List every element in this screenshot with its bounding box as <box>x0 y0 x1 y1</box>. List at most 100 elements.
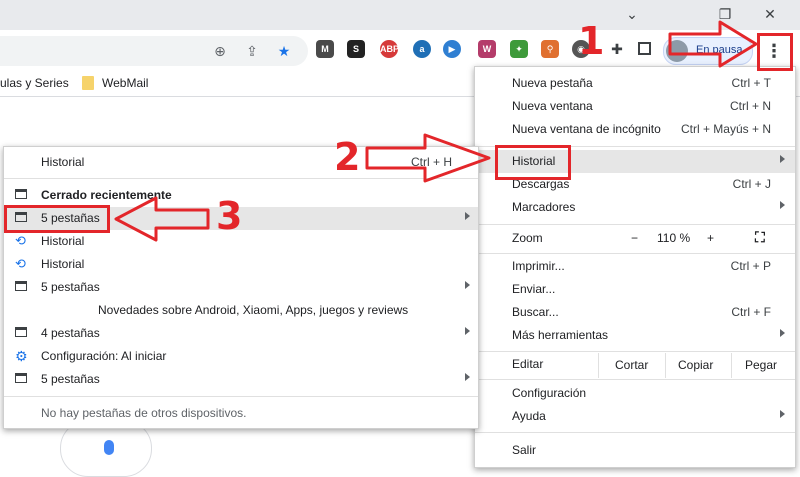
step-number-3: 3 <box>216 194 243 238</box>
puzzle-green-ext-icon[interactable]: ✦ <box>510 40 528 58</box>
history-item-settings[interactable]: ⚙ Configuración: Al iniciar <box>4 345 478 368</box>
menu-label: Enviar... <box>512 282 556 296</box>
menu-label: Historial <box>41 257 85 271</box>
arrow-left-annotation <box>114 196 210 242</box>
w-ext-icon[interactable]: W <box>478 40 496 58</box>
chevron-right-icon <box>465 327 470 335</box>
microphone-icon[interactable] <box>104 440 114 455</box>
step-number-1: 1 <box>578 19 605 63</box>
highlight-history-item <box>495 145 571 180</box>
s-ext-icon[interactable]: S <box>347 40 365 58</box>
gear-icon: ⚙ <box>15 348 28 364</box>
menu-separator <box>475 432 795 433</box>
menu-separator <box>4 396 478 397</box>
menu-item-new-window[interactable]: Nueva ventana Ctrl + N <box>475 95 795 118</box>
menu-label: Historial <box>41 234 85 248</box>
history-item-history[interactable]: ⟲ Historial <box>4 253 478 276</box>
menu-shortcut: Ctrl + N <box>729 99 771 113</box>
share-icon[interactable]: ⇪ <box>242 41 262 61</box>
chevron-right-icon <box>465 373 470 381</box>
bookmark-item[interactable]: ulas y Series <box>0 76 69 90</box>
folder-icon <box>82 76 94 90</box>
menu-item-bookmarks[interactable]: Marcadores <box>475 196 795 219</box>
menu-item-find[interactable]: Buscar... Ctrl + F <box>475 301 795 324</box>
menu-item-settings[interactable]: Configuración <box>475 382 795 405</box>
tab-icon <box>15 327 27 337</box>
chevron-right-icon <box>780 329 785 337</box>
tab-icon <box>15 281 27 291</box>
zoom-value: 110 % <box>657 231 691 245</box>
history-submenu: Historial Ctrl + H Cerrado recientemente… <box>3 146 479 429</box>
bookmark-star-icon[interactable]: ★ <box>274 41 294 61</box>
menu-shortcut: Ctrl + F <box>731 305 771 319</box>
menu-label: Novedades sobre Android, Xiaomi, Apps, j… <box>98 303 409 317</box>
menu-label: Configuración: Al iniciar <box>41 349 167 363</box>
play-ext-icon[interactable]: ▶ <box>443 40 461 58</box>
menu-label: Buscar... <box>512 305 559 319</box>
menu-label: Más herramientas <box>512 328 609 342</box>
history-clock-icon: ⟲ <box>15 233 26 248</box>
history-clock-icon: ⟲ <box>15 256 26 271</box>
menu-label: Historial <box>41 155 85 169</box>
M-ext-icon[interactable]: M <box>316 40 334 58</box>
menu-label: 5 pestañas <box>41 372 100 386</box>
chevron-right-icon <box>780 201 785 209</box>
menu-label: Salir <box>512 443 537 457</box>
a-ext-icon[interactable]: a <box>413 40 431 58</box>
menu-label: 5 pestañas <box>41 280 100 294</box>
address-bar[interactable]: ⊕ ⇪ ★ <box>0 36 308 66</box>
copy-button[interactable]: Copiar <box>678 358 713 372</box>
zoom-in-button[interactable]: + <box>707 231 714 245</box>
menu-label: Ayuda <box>512 409 546 423</box>
side-panel-icon[interactable] <box>638 42 651 55</box>
chevron-right-icon <box>465 212 470 220</box>
step-number-2: 2 <box>334 135 361 179</box>
menu-item-new-tab[interactable]: Nueva pestaña Ctrl + T <box>475 72 795 95</box>
cut-button[interactable]: Cortar <box>615 358 648 372</box>
menu-shortcut: Ctrl + P <box>730 259 771 273</box>
history-item-page[interactable]: Novedades sobre Android, Xiaomi, Apps, j… <box>4 299 478 322</box>
no-other-devices-note: No hay pestañas de otros dispositivos. <box>4 402 478 425</box>
zoom-label: Zoom <box>512 231 543 245</box>
menu-item-incognito[interactable]: Nueva ventana de incógnito Ctrl + Mayús … <box>475 118 795 141</box>
menu-label: Configuración <box>512 386 587 400</box>
chrome-main-menu: Nueva pestaña Ctrl + T Nueva ventana Ctr… <box>474 66 796 468</box>
minimize-button[interactable]: ⌄ <box>620 4 644 24</box>
history-item-5-tabs[interactable]: 5 pestañas <box>4 276 478 299</box>
menu-shortcut: Ctrl + J <box>732 177 771 191</box>
menu-label: 4 pestañas <box>41 326 100 340</box>
menu-separator <box>475 224 795 225</box>
menu-label: Nueva pestaña <box>512 76 593 90</box>
menu-label: Nueva ventana <box>512 99 593 113</box>
divider <box>598 353 599 378</box>
menu-item-exit[interactable]: Salir <box>475 439 795 462</box>
menu-separator <box>475 379 795 380</box>
abp-ext-icon[interactable]: ABP <box>380 40 399 58</box>
history-item-5-tabs[interactable]: 5 pestañas <box>4 368 478 391</box>
paste-button[interactable]: Pegar <box>745 358 777 372</box>
history-item-4-tabs[interactable]: 4 pestañas <box>4 322 478 345</box>
tab-icon <box>15 189 27 199</box>
bookmark-webmail[interactable]: WebMail <box>102 76 148 90</box>
menu-separator <box>475 351 795 352</box>
zoom-out-button[interactable]: − <box>631 231 638 245</box>
chevron-right-icon <box>465 281 470 289</box>
menu-item-send[interactable]: Enviar... <box>475 278 795 301</box>
menu-shortcut: Ctrl + Mayús + N <box>680 122 771 136</box>
menu-label: Marcadores <box>512 200 576 214</box>
highlight-5-tabs-item <box>4 205 110 233</box>
menu-item-print[interactable]: Imprimir... Ctrl + P <box>475 255 795 278</box>
divider <box>665 353 666 378</box>
extensions-puzzle-icon[interactable]: ✚ <box>608 41 626 59</box>
zoom-icon[interactable]: ⊕ <box>210 41 230 61</box>
menu-item-help[interactable]: Ayuda <box>475 405 795 428</box>
menu-shortcut: Ctrl + T <box>731 76 771 90</box>
menu-item-more-tools[interactable]: Más herramientas <box>475 324 795 347</box>
menu-row-zoom: Zoom − 110 % + ⛶ <box>475 227 795 251</box>
fullscreen-icon[interactable]: ⛶ <box>755 229 765 246</box>
arrow-right-annotation <box>365 133 491 183</box>
edit-label: Editar <box>512 357 544 371</box>
lock-ext-icon[interactable]: ⚲ <box>541 40 559 58</box>
menu-separator <box>475 253 795 254</box>
chevron-right-icon <box>780 410 785 418</box>
